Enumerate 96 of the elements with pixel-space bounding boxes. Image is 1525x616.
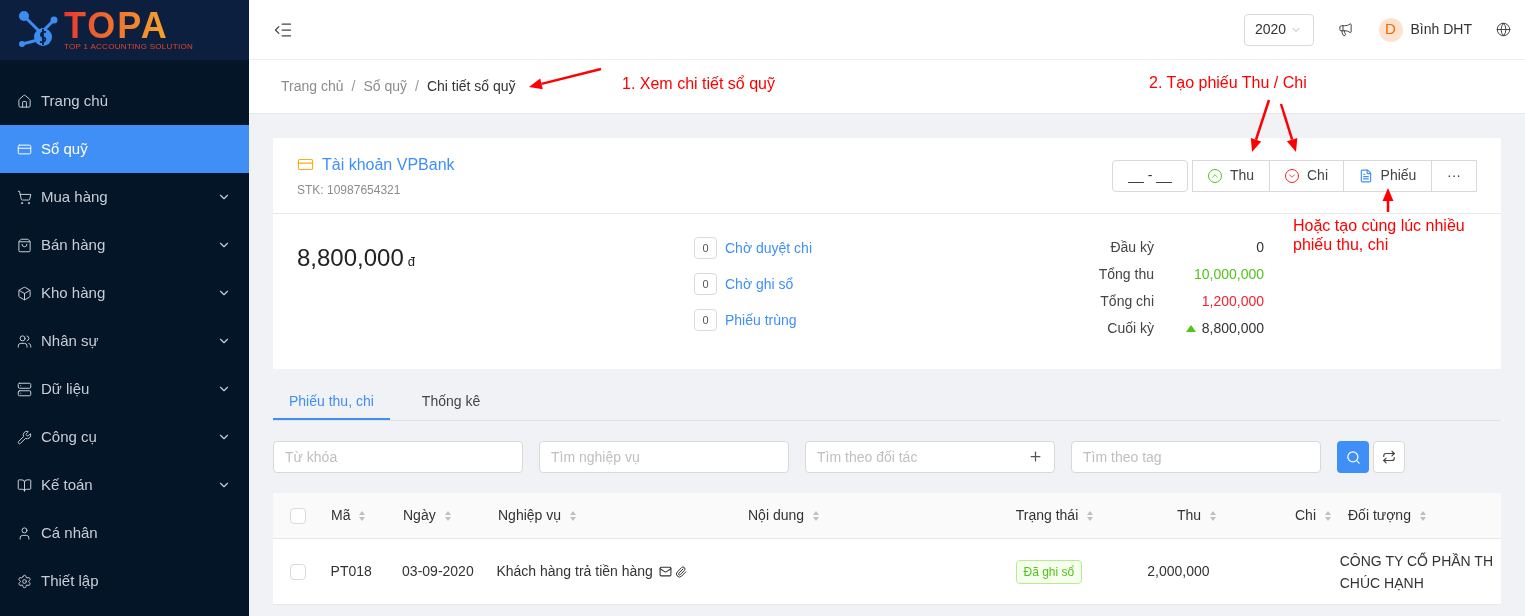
table-cell: 03-09-2020	[402, 563, 474, 579]
globe-icon[interactable]	[1496, 22, 1511, 37]
summary-label: Cuối kỳ	[1106, 319, 1154, 338]
sidebar-item[interactable]: Kho hàng	[0, 269, 249, 317]
table-cell-text: CHÚC HẠNH	[1339, 573, 1425, 593]
sort-icon[interactable]	[812, 509, 821, 522]
megaphone-icon[interactable]	[1337, 22, 1353, 37]
cart-icon	[17, 189, 32, 205]
sort-icon[interactable]	[1209, 509, 1217, 522]
breadcrumb-item: Chi tiết sổ quỹ	[426, 77, 516, 96]
search-field[interactable]: Tìm theo đối tác	[805, 441, 1055, 473]
list-icon	[17, 381, 32, 397]
sidebar-item[interactable]: Trang chủ	[0, 77, 249, 125]
table-cell-text: 2,000,000	[1147, 562, 1210, 581]
breadcrumb-item[interactable]: Sổ quỹ	[363, 76, 407, 97]
action-button[interactable]: Chi	[1269, 159, 1344, 192]
summary-value: 0	[1256, 238, 1264, 257]
account-number: STK: 10987654321	[297, 181, 402, 199]
bag-icon	[17, 237, 32, 253]
sidebar-item[interactable]: Công cụ	[0, 413, 249, 461]
arrow	[1279, 103, 1298, 152]
plus-icon[interactable]	[1028, 449, 1043, 464]
users-icon	[17, 333, 32, 349]
user-name[interactable]: Bình DHT	[1410, 19, 1472, 40]
more-button[interactable]: ···	[1431, 159, 1477, 192]
column-header: Thu	[1176, 506, 1201, 525]
checkbox[interactable]	[290, 507, 306, 524]
summary-label: Tổng chi	[1099, 292, 1154, 311]
checkbox[interactable]	[289, 563, 306, 580]
sidebar-item[interactable]: Cá nhân	[0, 509, 249, 557]
column-header: Nghiệp vụ	[498, 506, 562, 525]
breadcrumb-separator: /	[415, 77, 419, 96]
status-tag: Đã ghi sổ	[1015, 559, 1083, 584]
breadcrumb-item[interactable]: Trang chủ	[281, 76, 344, 97]
repeat-icon	[1382, 450, 1396, 464]
count-badge: 0	[694, 309, 717, 331]
reset-button[interactable]	[1373, 441, 1405, 473]
book-icon	[17, 477, 32, 493]
card-icon	[297, 156, 314, 173]
sort-icon[interactable]	[443, 509, 452, 522]
user-icon	[17, 525, 32, 541]
search-icon	[1345, 449, 1361, 465]
count-badge: 0	[694, 273, 717, 295]
column-header: Ngày	[403, 506, 436, 525]
sidebar-item[interactable]: Dữ liệu	[0, 365, 249, 413]
action-button[interactable]: Thu	[1192, 159, 1270, 192]
sidebar-item[interactable]: Mua hàng	[0, 173, 249, 221]
mail-icon	[658, 565, 672, 578]
column-header: Đối tượng	[1348, 506, 1411, 525]
summary-label: Tổng thu	[1097, 265, 1154, 284]
column-header: Mã	[331, 506, 351, 525]
sort-icon[interactable]	[1324, 509, 1332, 522]
column-header: Chi	[1295, 506, 1316, 525]
summary-label: Đầu kỳ	[1109, 238, 1154, 257]
balance-amount: 8,800,000	[297, 243, 404, 273]
sidebar-item[interactable]: Bán hàng	[0, 221, 249, 269]
annotation-text: Hoặc tạo cùng lúc nhiều phiếu thu, chi	[1293, 216, 1466, 254]
wrench-icon	[17, 429, 32, 445]
column-header: Trạng thái	[1015, 506, 1079, 525]
breadcrumb-separator: /	[351, 77, 356, 96]
card-icon	[17, 141, 32, 157]
sort-icon[interactable]	[1418, 509, 1427, 522]
paperclip-icon	[674, 565, 687, 578]
document-icon	[1358, 168, 1373, 183]
summary-value: 8,800,000	[1201, 319, 1264, 338]
annotation-text: 2. Tạo phiếu Thu / Chi	[1149, 73, 1307, 93]
search-field[interactable]: Tìm theo tag	[1071, 441, 1321, 473]
search-field[interactable]: Tìm nghiệp vụ	[539, 441, 789, 473]
settings-icon	[17, 573, 32, 589]
sidebar-item[interactable]: Kế toán	[0, 461, 249, 509]
summary-value: 10,000,000	[1193, 265, 1264, 284]
table-cell-text: Khách hàng trả tiền hàng	[496, 562, 653, 581]
sort-icon[interactable]	[358, 509, 367, 522]
action-button[interactable]: Phiếu	[1343, 159, 1432, 192]
tab[interactable]: Thống kê	[405, 385, 497, 420]
date-range-button[interactable]: __ - __	[1112, 159, 1188, 192]
up-triangle-icon	[1185, 325, 1196, 332]
table-cell: PT018	[330, 563, 372, 579]
column-header: Nội dung	[748, 506, 805, 525]
box-icon	[17, 285, 32, 301]
year-select[interactable]: 2020	[1243, 13, 1314, 46]
logo-icon	[18, 10, 60, 50]
count-badge: 0	[694, 237, 717, 259]
table-cell-text: CÔNG TY CỔ PHẦN TH	[1339, 551, 1493, 571]
sort-icon[interactable]	[569, 509, 578, 522]
summary-value: 1,200,000	[1201, 292, 1264, 311]
annotation-text: 1. Xem chi tiết sổ quỹ	[622, 74, 775, 94]
home-icon	[17, 93, 32, 109]
arrow	[1250, 99, 1271, 152]
sidebar-item[interactable]: Nhân sự	[0, 317, 249, 365]
sort-icon[interactable]	[1086, 509, 1095, 522]
logo-tagline: TOP 1 ACCOUNTING SOLUTION	[64, 43, 193, 51]
sidebar-item[interactable]: Thiết lập	[0, 557, 249, 605]
currency-symbol: đ	[407, 253, 415, 271]
search-field[interactable]: Từ khóa	[273, 441, 523, 473]
arrow	[1382, 188, 1394, 212]
